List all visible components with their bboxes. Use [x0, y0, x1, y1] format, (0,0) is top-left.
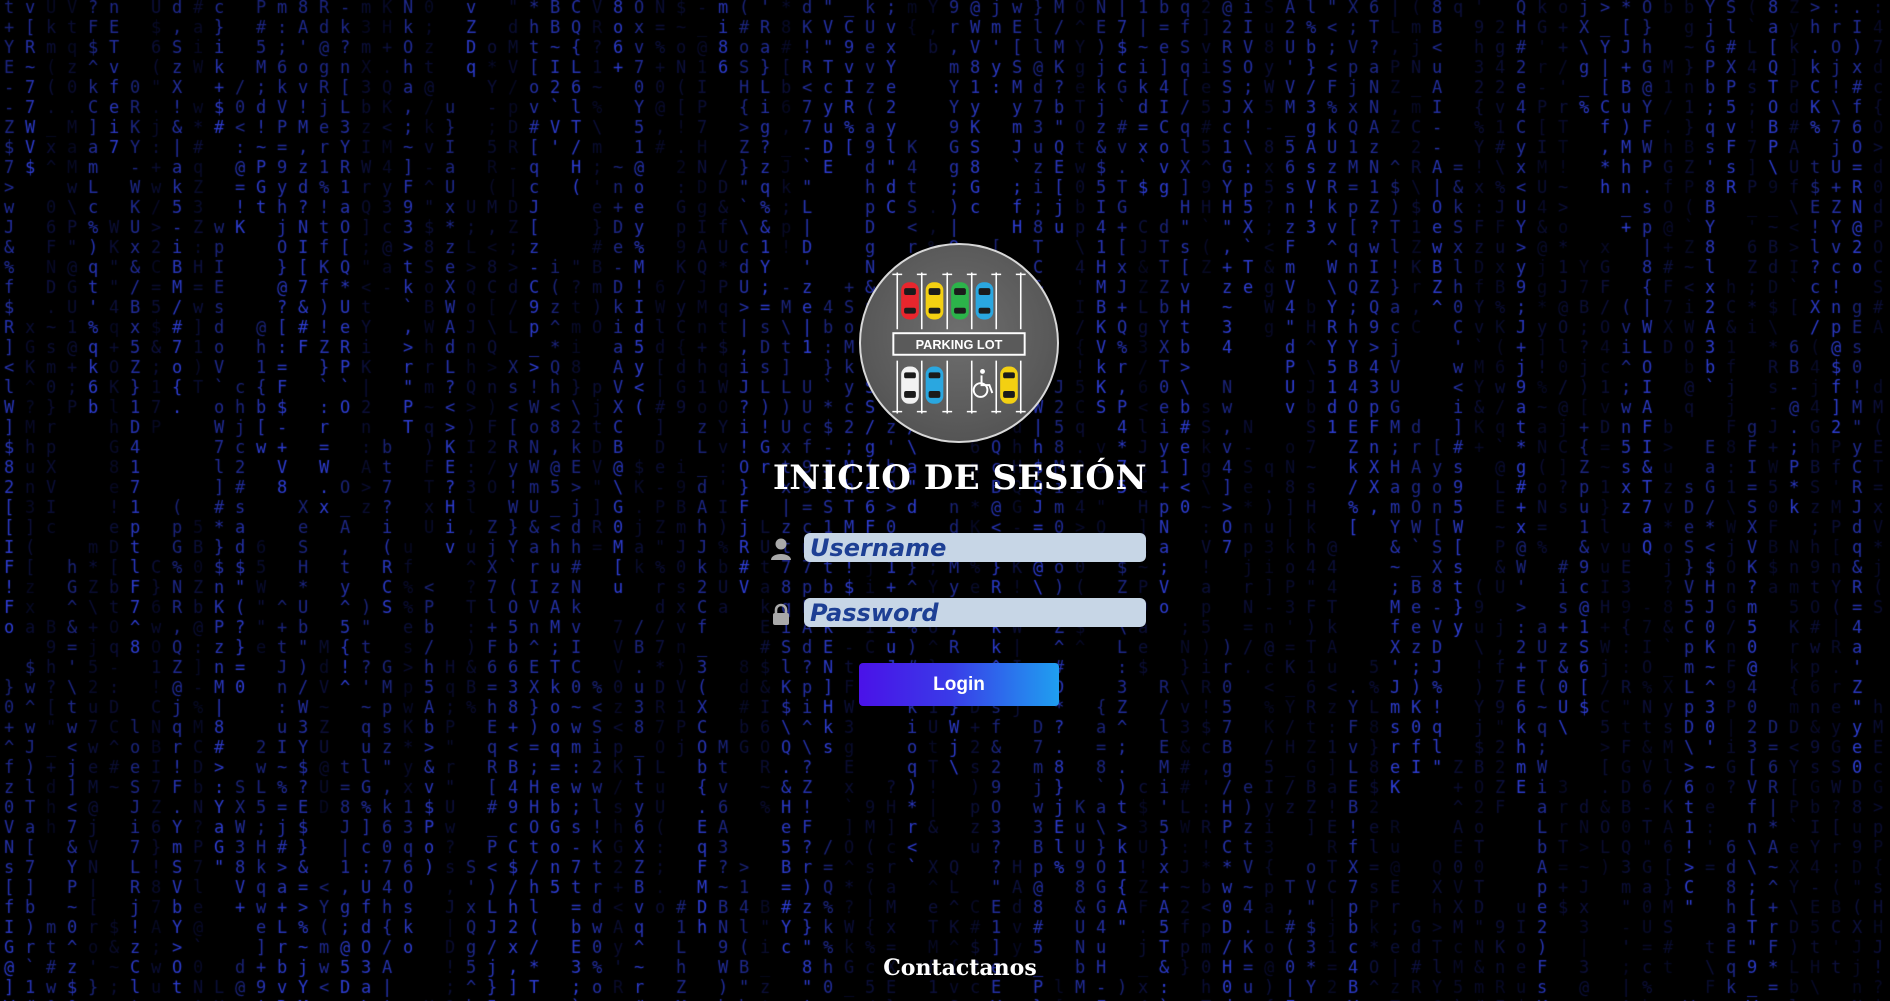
- username-input[interactable]: [804, 533, 1146, 562]
- login-page: PARKING LOT INICIO DE SESIÓN Username Lo…: [0, 0, 1890, 1001]
- contact-link[interactable]: Contactanos: [795, 955, 1125, 981]
- lock-icon: [770, 602, 792, 626]
- wheelchair-icon: [972, 368, 994, 398]
- password-input[interactable]: [804, 598, 1146, 627]
- logo-label: PARKING LOT: [916, 337, 1003, 352]
- login-panel: PARKING LOT INICIO DE SESIÓN Username Lo…: [0, 0, 1890, 1001]
- parking-lot-logo: PARKING LOT: [859, 243, 1059, 443]
- user-icon: [770, 537, 792, 561]
- login-button[interactable]: Login: [859, 663, 1059, 706]
- page-title: INICIO DE SESIÓN: [772, 458, 1148, 498]
- parking-lot-logo-graphic: PARKING LOT: [892, 272, 1026, 414]
